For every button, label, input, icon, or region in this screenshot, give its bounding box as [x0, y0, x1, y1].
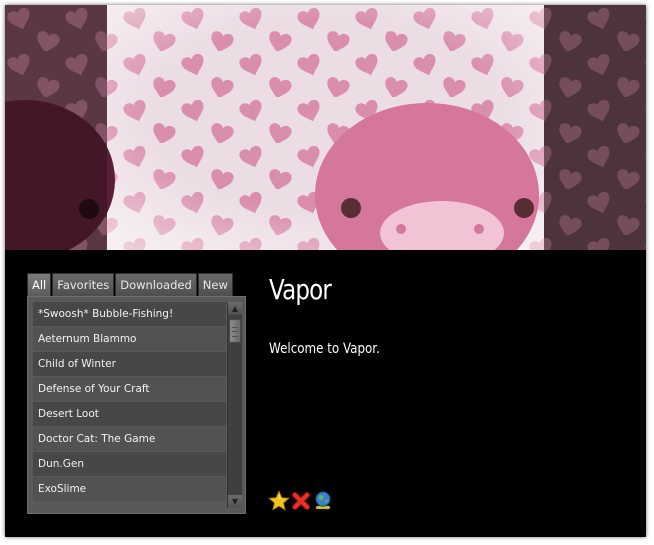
game-list-panel: *Swoosh* Bubble-Fishing! Aeternum Blammo… — [27, 296, 246, 514]
pig-with-hearts-banner — [5, 5, 646, 250]
tab-new[interactable]: New — [197, 273, 233, 296]
scroll-thumb[interactable] — [229, 319, 241, 343]
list-item[interactable]: Desert Loot — [33, 402, 226, 426]
thumb-grip-icon — [232, 327, 238, 337]
red-x-icon[interactable] — [290, 490, 312, 512]
list-item[interactable]: Child of Winter — [33, 352, 226, 376]
list-item[interactable]: Aeternum Blammo — [33, 327, 226, 351]
star-icon[interactable] — [268, 490, 290, 512]
banner-image — [5, 5, 646, 250]
tab-favorites[interactable]: Favorites — [52, 273, 115, 296]
scroll-up-button[interactable]: ▲ — [228, 302, 242, 315]
list-item[interactable]: Doctor Cat: The Game — [33, 427, 226, 451]
game-title: Vapor — [269, 273, 332, 306]
game-description: Welcome to Vapor. — [269, 341, 380, 357]
list-scrollbar[interactable]: ▲ ▼ — [227, 302, 242, 508]
list-item[interactable]: ExoSlime — [33, 477, 226, 501]
tab-all[interactable]: All — [27, 273, 52, 296]
action-bar — [268, 490, 334, 512]
tab-downloaded[interactable]: Downloaded — [115, 273, 197, 296]
list-item[interactable]: *Swoosh* Bubble-Fishing! — [33, 302, 226, 326]
app-window: All Favorites Downloaded New *Swoosh* Bu… — [5, 5, 646, 537]
list-item[interactable]: Dun.Gen — [33, 452, 226, 476]
scroll-down-button[interactable]: ▼ — [228, 495, 242, 508]
game-list: *Swoosh* Bubble-Fishing! Aeternum Blammo… — [33, 302, 226, 508]
globe-download-icon[interactable] — [312, 490, 334, 512]
list-item[interactable]: Defense of Your Craft — [33, 377, 226, 401]
filter-tabs: All Favorites Downloaded New — [27, 273, 234, 297]
